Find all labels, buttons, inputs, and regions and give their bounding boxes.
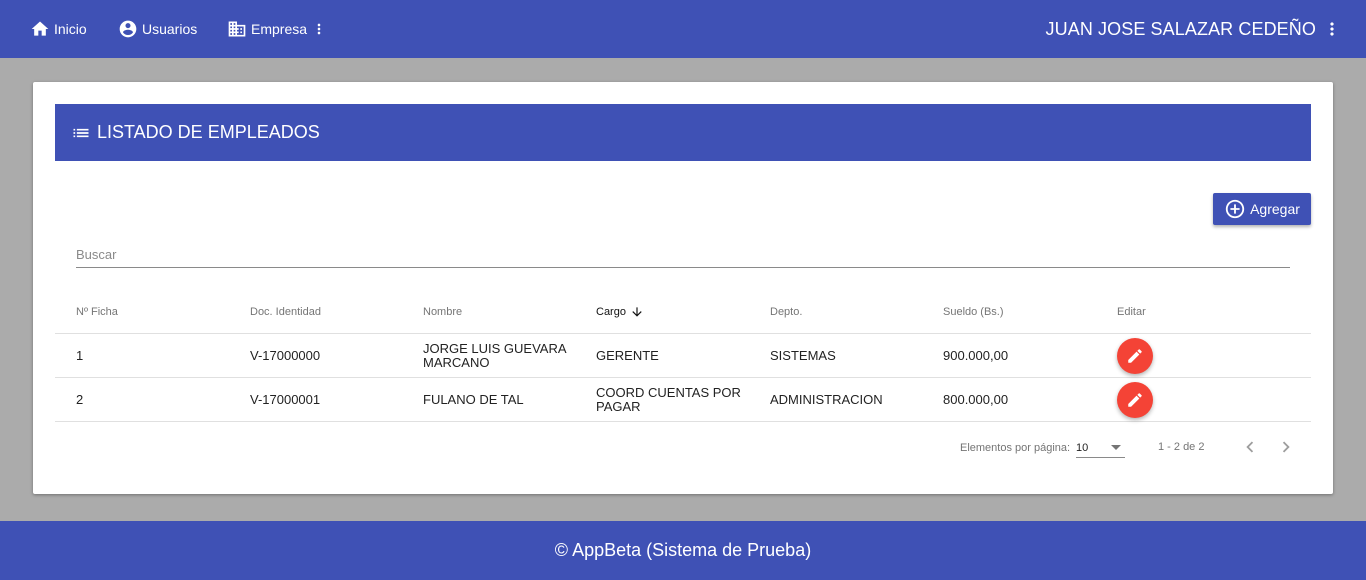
add-button-label: Agregar	[1250, 201, 1300, 217]
nav-usuarios-label: Usuarios	[142, 21, 198, 37]
header-cargo[interactable]: Cargo	[596, 290, 756, 333]
nav-inicio-label: Inicio	[54, 21, 87, 37]
pencil-icon	[1128, 392, 1142, 407]
search-input[interactable]	[76, 242, 1290, 268]
pencil-icon	[1128, 348, 1142, 363]
arrow-downward-icon	[632, 306, 642, 317]
card-header: LISTADO DE EMPLEADOS	[55, 104, 1311, 161]
page-size-select[interactable]: 10	[1076, 438, 1125, 458]
card-title: LISTADO DE EMPLEADOS	[97, 122, 320, 142]
table-row: 1 V-17000000 JORGE LUIS GUEVARA MARCANO …	[55, 334, 1311, 378]
header-ficha[interactable]: Nº Ficha	[76, 290, 236, 333]
nav-usuarios[interactable]: Usuarios	[118, 0, 197, 58]
home-icon	[31, 21, 49, 36]
edit-button[interactable]	[1117, 381, 1153, 418]
nav-inicio[interactable]: Inicio	[30, 0, 87, 58]
cell-doc-identidad: V-17000000	[250, 347, 321, 363]
page-size-label: Elementos por página:	[960, 442, 1071, 454]
employees-card: LISTADO DE EMPLEADOS Agregar Nº Ficha Do…	[33, 82, 1333, 494]
cell-depto: ADMINISTRACION	[770, 391, 883, 407]
business-icon	[228, 21, 246, 37]
edit-button[interactable]	[1117, 337, 1153, 374]
account-circle-icon	[119, 20, 137, 38]
footer-text: © AppBeta (Sistema de Prueba)	[554, 540, 812, 560]
cell-editar	[1117, 334, 1277, 377]
dropdown-arrow-icon	[1111, 445, 1121, 450]
chevron-left-icon	[1246, 441, 1254, 453]
nav-empresa-label: Empresa	[251, 21, 308, 37]
list-icon	[73, 128, 89, 137]
user-name: JUAN JOSE SALAZAR CEDEÑO	[1045, 18, 1316, 39]
cell-nombre: JORGE LUIS GUEVARA MARCANO	[423, 340, 566, 370]
more-vert-icon[interactable]	[311, 19, 331, 39]
footer: © AppBeta (Sistema de Prueba)	[0, 521, 1366, 580]
header-nombre[interactable]: Nombre	[423, 290, 583, 333]
previous-page-button[interactable]	[1238, 435, 1262, 459]
cell-cargo: COORD CUENTAS POR PAGAR	[596, 384, 741, 414]
page-size-value: 10	[1076, 441, 1089, 454]
top-navbar: Inicio Usuarios Empresa JUAN JOSE SALAZA…	[0, 0, 1366, 58]
table-row: 2 V-17000001 FULANO DE TAL COORD CUENTAS…	[55, 378, 1311, 422]
cell-nombre: FULANO DE TAL	[423, 391, 524, 407]
cell-cargo: GERENTE	[596, 347, 659, 363]
header-sueldo[interactable]: Sueldo (Bs.)	[943, 290, 1103, 333]
cell-sueldo: 800.000,00	[943, 391, 1009, 407]
cell-ficha: 1	[76, 347, 84, 363]
next-page-button[interactable]	[1274, 435, 1298, 459]
page-range: 1 - 2 de 2	[1158, 441, 1205, 453]
table-header-row: Nº Ficha Doc. Identidad Nombre Cargo Dep…	[55, 290, 1311, 334]
employees-table: Nº Ficha Doc. Identidad Nombre Cargo Dep…	[55, 290, 1311, 422]
header-depto[interactable]: Depto.	[770, 290, 930, 333]
cell-ficha: 2	[76, 391, 84, 407]
cell-depto: SISTEMAS	[770, 347, 836, 363]
chevron-right-icon	[1282, 441, 1290, 453]
header-cargo-label: Cargo	[596, 305, 626, 318]
more-vert-icon	[1330, 22, 1334, 36]
user-menu-button[interactable]	[1322, 17, 1342, 41]
cell-sueldo: 900.000,00	[943, 347, 1009, 363]
cell-doc-identidad: V-17000001	[250, 391, 321, 407]
paginator: Elementos por página: 10 1 - 2 de 2	[55, 422, 1311, 472]
nav-empresa[interactable]: Empresa	[227, 0, 331, 58]
header-editar: Editar	[1117, 305, 1146, 318]
header-doc-identidad[interactable]: Doc. Identidad	[250, 290, 410, 333]
add-circle-outline-icon	[1225, 199, 1245, 219]
add-employee-button[interactable]: Agregar	[1213, 193, 1311, 225]
cell-editar	[1117, 378, 1277, 421]
